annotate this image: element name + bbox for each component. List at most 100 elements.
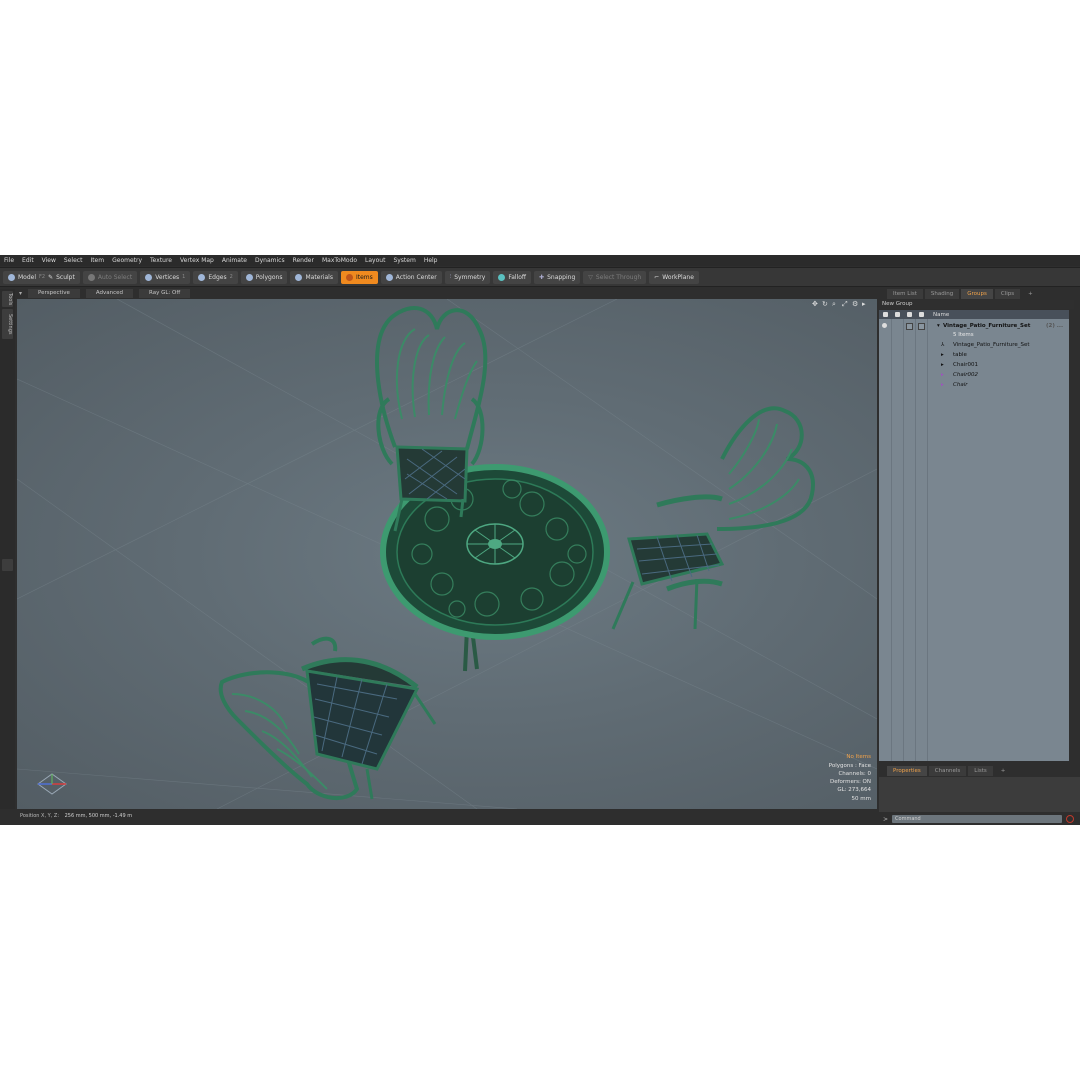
workplane-label: WorkPlane [662,273,694,281]
instance-icon: ▸ [941,382,944,388]
list-item[interactable]: ▸ Chair001 [879,360,1069,370]
menu-item[interactable]: Item [86,255,108,266]
tab-shading[interactable]: Shading [924,289,960,299]
menu-animate[interactable]: Animate [218,255,251,266]
select-through-icon: ▽ [588,273,593,281]
chair-bottom-model [218,636,437,801]
scene-render [17,299,877,809]
symmetry-icon: ⫶ [449,273,452,280]
menu-maxtomodo[interactable]: MaxToModo [318,255,361,266]
list-item[interactable]: ▸ Chair002 [879,370,1069,380]
tab-perspective[interactable]: Perspective [28,289,80,298]
symmetry-button[interactable]: ⫶ Symmetry [444,270,491,284]
menu-render[interactable]: Render [289,255,318,266]
left-side-tabs: Tools Settings [0,289,15,809]
edges-button[interactable]: Edges 2 [193,270,238,284]
channels-count: Channels: 0 [838,770,871,777]
menu-layout[interactable]: Layout [361,255,389,266]
auto-select-label: Auto Select [97,273,133,281]
snapping-label: Snapping [547,273,576,281]
axis-gizmo [37,773,67,795]
menu-texture[interactable]: Texture [146,255,176,266]
tab-item-list[interactable]: Item List [887,289,923,299]
modo-app-window: File Edit View Select Item Geometry Text… [0,255,1080,825]
auto-select-button[interactable]: Auto Select [82,270,138,284]
edges-shortcut: 2 [229,274,233,280]
list-item[interactable]: ▸ Chair [879,380,1069,390]
select-through-label: Select Through [595,273,642,281]
tab-groups[interactable]: Groups [961,289,993,299]
menu-help[interactable]: Help [420,255,442,266]
snapping-button[interactable]: ✚ Snapping [534,270,581,284]
viewport-menu-icon[interactable]: ▾ [17,290,22,297]
materials-icon [295,273,303,281]
tab-ray-gl[interactable]: Ray GL: Off [139,289,191,298]
tab-tools[interactable]: Tools [2,291,13,307]
polygons-label: Polygons [255,273,283,281]
select-checkbox[interactable] [918,323,925,330]
model-icon [8,273,15,281]
tab-properties[interactable]: Properties [887,766,927,776]
polygons-button[interactable]: Polygons [240,270,288,284]
select-through-button[interactable]: ▽ Select Through [583,270,647,284]
command-input[interactable]: Command [892,815,1063,823]
3d-viewport[interactable]: ✥ ↻ ⌕ ⤢ ⚙ ▸ No Items Polygons: Face Cha… [17,299,877,809]
visibility-column-icon[interactable] [879,310,891,319]
vertices-icon [145,273,153,281]
falloff-button[interactable]: Falloff [493,270,532,284]
menu-file[interactable]: File [0,255,18,266]
snapping-icon: ✚ [539,273,545,281]
panel-toggle-handle[interactable] [2,559,13,571]
sculpt-label[interactable]: Sculpt [56,274,75,281]
select-column-icon[interactable] [915,310,927,319]
main-toolbar: Model F2 ✎ Sculpt Auto Select Vertices 1… [0,267,1080,287]
workplane-button[interactable]: ⌐ WorkPlane [649,270,699,284]
model-shortcut: F2 [39,274,46,280]
action-center-button[interactable]: Action Center [380,270,442,284]
menu-dynamics[interactable]: Dynamics [251,255,289,266]
tab-settings[interactable]: Settings [2,309,13,339]
tab-channels[interactable]: Channels [928,766,967,776]
tab-lists[interactable]: Lists [968,766,993,776]
menu-edit[interactable]: Edit [18,255,38,266]
lock-column-icon[interactable] [903,310,915,319]
menu-select[interactable]: Select [60,255,87,266]
vertices-label: Vertices [155,273,180,281]
mesh-icon: ▸ [941,362,944,368]
symmetry-label: Symmetry [454,273,486,281]
deformers-status: Deformers: ON [830,779,871,786]
properties-tabs: Properties Channels Lists + [879,766,1080,776]
render-column-icon[interactable] [891,310,903,319]
add-properties-tab-button[interactable]: + [995,766,1012,776]
position-value: 256 mm, 500 mm, -1.49 m [64,813,133,819]
gl-count: GL: 273,664 [837,787,871,794]
items-count: 5 Items [953,332,974,338]
new-group-button[interactable]: New Group [879,300,1074,309]
vertices-button[interactable]: Vertices 1 [140,270,191,284]
viewport-info-overlay: No Items Polygons : Face Channels: 0 Def… [829,753,871,803]
edges-label: Edges [208,273,227,281]
list-item[interactable]: ⅄ Vintage_Patio_Furniture_Set [879,340,1069,350]
list-item[interactable]: ▸ table [879,350,1069,360]
instance-icon: ▸ [941,372,944,378]
tab-clips[interactable]: Clips [994,289,1021,299]
item-label: table [953,352,967,358]
menu-vertex-map[interactable]: Vertex Map [176,255,218,266]
materials-button[interactable]: Materials [290,270,338,284]
menu-view[interactable]: View [38,255,60,266]
grid-scale: 50 mm [851,795,871,802]
menu-system[interactable]: System [389,255,419,266]
model-button[interactable]: Model F2 ✎ Sculpt [3,270,80,284]
groups-list: ▾ Vintage_Patio_Furniture_Set (2) ... 5 … [879,319,1069,761]
visibility-eye-icon[interactable] [882,323,887,328]
action-center-icon [385,273,393,281]
stop-icon[interactable] [1066,815,1075,823]
viewport-header: ▾ Perspective Advanced Ray GL: Off [17,289,877,298]
lock-checkbox[interactable] [906,323,913,330]
items-button[interactable]: Items [340,270,378,284]
menu-geometry[interactable]: Geometry [108,255,146,266]
add-tab-button[interactable]: + [1022,289,1039,299]
name-column-header[interactable]: Name [933,312,949,318]
polygons-icon [245,273,253,281]
tab-advanced[interactable]: Advanced [85,289,134,298]
